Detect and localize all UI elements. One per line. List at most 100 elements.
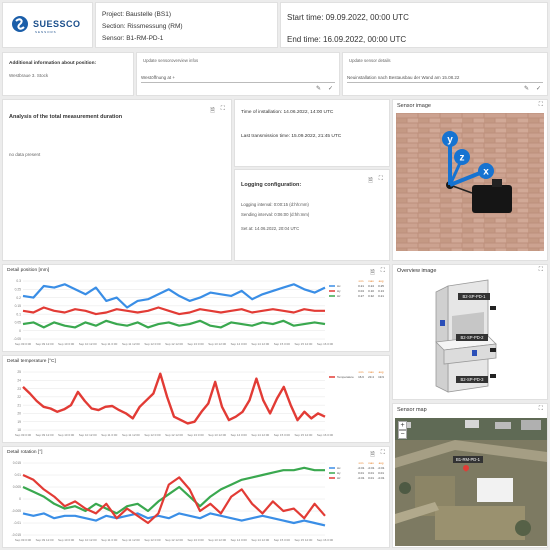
legend-series-name: Δx (337, 284, 341, 288)
project-label: Project: Baustelle (BS1) (102, 11, 172, 18)
legend-header: avg (379, 461, 384, 465)
x-tick-label: Sep 10 0:00 (58, 342, 75, 346)
legend-value: 0.01 (358, 471, 364, 475)
zoom-out-button[interactable]: − (398, 430, 407, 439)
x-tick-label: Sep 10 12:00 (79, 342, 97, 346)
expand-icon[interactable]: ⛶ (539, 102, 543, 109)
y-tick-label: 0.25 (15, 287, 22, 291)
legend-series-name: Δz (337, 294, 341, 298)
legend-header: max (368, 370, 374, 374)
y-tick-label: -0.05 (13, 337, 21, 341)
expand-icon[interactable]: ⛶ (539, 406, 543, 413)
header-logo-card: SUESSCO SENSORS (2, 2, 93, 48)
legend-value: 0.21 (358, 284, 364, 288)
x-tick-label: Sep 11 0:00 (101, 433, 117, 437)
x-tick-label: Sep 15 12:00 (294, 538, 312, 542)
y-tick-label: 21 (17, 403, 21, 407)
overview-tag-1: B2-SP-PD-1 (462, 294, 486, 299)
logo-text: SUESSCO (33, 19, 81, 29)
analysis-title: Analysis of the total measurement durati… (9, 114, 123, 120)
satellite-map[interactable]: B1-RM-PD-1 (395, 418, 547, 546)
x-tick-label: Sep 09 12:00 (36, 342, 54, 346)
overview-info-input[interactable]: Westöffnung at + (141, 71, 335, 83)
legend-value: -0.01 (358, 476, 365, 480)
expand-icon[interactable]: ⛶ (381, 450, 385, 457)
header-time-card: Start time: 09.09.2022, 00:00 UTC End ti… (280, 2, 548, 48)
zoom-in-button[interactable]: + (398, 421, 407, 430)
overview-info-card: Update sensoroverview infos Westöffnung … (136, 52, 340, 96)
y-tick-label: 0 (19, 497, 21, 501)
y-tick-label: 0.015 (13, 461, 21, 465)
x-tick-label: Sep 11 12:00 (122, 433, 140, 437)
x-tick-label: Sep 09 0:00 (15, 538, 32, 542)
legend-value: 0.01 (378, 471, 384, 475)
legend-value: 0.10 (368, 289, 374, 293)
last-transmission: Last transmission time: 15.09.2022, 21:4… (241, 134, 342, 139)
expand-icon[interactable]: ⛶ (379, 176, 383, 183)
sensor-map-card: Sensor map ⛶ B1-RM-PD-1 + − (392, 403, 548, 548)
x-tick-label: Sep 14 0:00 (231, 342, 248, 346)
position-chart: 0.3 0.25 0.2 0.15 0.1 0.05 0 -0.05Sep 09 0:00 Se… (13, 279, 384, 346)
legend-header: avg (379, 370, 384, 374)
x-tick-label: Sep 13 0:00 (187, 342, 204, 346)
x-tick-label: Sep 12 12:00 (165, 538, 183, 542)
expand-icon[interactable]: ⛶ (381, 268, 385, 275)
sensor-photo: y z x (396, 113, 544, 251)
temperature-chart: 25 24 23 22 21 20 19 18Sep 09 0:00 Sep 09 12:00 S… (15, 370, 384, 437)
overview-tag-3: B2-SP-PD-3 (460, 377, 484, 382)
x-tick-label: Sep 11 12:00 (122, 538, 140, 542)
x-tick-label: Sep 10 0:00 (58, 538, 75, 542)
x-tick-label: Sep 09 12:00 (36, 433, 54, 437)
y-tick-label: 24 (17, 378, 21, 382)
expand-icon[interactable]: ⛶ (221, 106, 225, 113)
x-tick-label: Sep 15 12:00 (294, 433, 312, 437)
y-tick-label: 25 (17, 370, 21, 374)
x-tick-label: Sep 10 12:00 (79, 538, 97, 542)
sensor-image-title: Sensor image (397, 103, 431, 109)
legend-series-name: Δy (337, 471, 341, 475)
series-line (22, 319, 326, 329)
y-tick-label: 19 (17, 420, 21, 424)
details-info-card: Update sensor details Neuinstallation na… (342, 52, 548, 96)
x-tick-label: Sep 15 0:00 (274, 538, 291, 542)
x-tick-label: Sep 12 0:00 (144, 538, 161, 542)
y-tick-label: 22 (17, 395, 21, 399)
y-tick-label: -0.01 (13, 521, 21, 525)
overview-image-card: Overview image ⛶ B2-SP-PD-1 B2-SP-PD-2 B… (392, 264, 548, 400)
sending-interval: Sending interval: 0:06:00 (d:hh:mm) (241, 212, 310, 217)
analysis-value: no data present (9, 152, 41, 157)
x-tick-label: Sep 16 0:00 (317, 433, 334, 437)
legend-header: avg (379, 279, 384, 283)
x-tick-label: Sep 12 0:00 (144, 342, 161, 346)
x-tick-label: Sep 13 12:00 (208, 433, 226, 437)
x-tick-label: Sep 15 0:00 (274, 433, 291, 437)
y-tick-label: 18 (17, 428, 21, 432)
legend-value: 16.6 (358, 375, 364, 379)
check-icon[interactable]: ✓ (536, 85, 541, 92)
check-icon[interactable]: ✓ (328, 85, 333, 92)
x-tick-label: Sep 15 12:00 (294, 342, 312, 346)
overview-image-title: Overview image (397, 268, 437, 274)
download-icon[interactable]: 🗎 (210, 106, 215, 116)
legend-series-name: Δy (337, 289, 341, 293)
y-tick-label: 0 (19, 329, 21, 333)
rotation-chart-card: Detail rotation [°] 🗎 ⛶ 0.015 0.01 0.005 0-… (2, 446, 390, 548)
axis-y-label: y (447, 135, 453, 146)
x-tick-label: Sep 14 12:00 (251, 342, 269, 346)
x-tick-label: Sep 09 0:00 (15, 433, 32, 437)
x-tick-label: Sep 10 12:00 (79, 433, 97, 437)
edit-icon[interactable]: ✎ (524, 85, 529, 92)
download-icon[interactable]: 🗎 (368, 176, 373, 186)
details-info-input[interactable]: Neuinstallation nach Bestausbau der Wand… (347, 71, 543, 83)
legend-header: max (368, 461, 374, 465)
edit-icon[interactable]: ✎ (316, 85, 321, 92)
logging-interval: Logging interval: 0:00:15 (d:hh:mm) (241, 202, 309, 207)
rotation-chart: 0.015 0.01 0.005 0 -0.005 -0.01 -0.015Sep 09 0… (12, 461, 385, 542)
x-tick-label: Sep 13 12:00 (208, 538, 226, 542)
x-tick-label: Sep 12 12:00 (165, 433, 183, 437)
x-tick-label: Sep 12 0:00 (144, 433, 161, 437)
legend-header: max (368, 279, 374, 283)
expand-icon[interactable]: ⛶ (539, 267, 543, 274)
legend-value: 0.04 (358, 289, 364, 293)
overview-tag-2: B2-SP-PD-2 (460, 335, 484, 340)
